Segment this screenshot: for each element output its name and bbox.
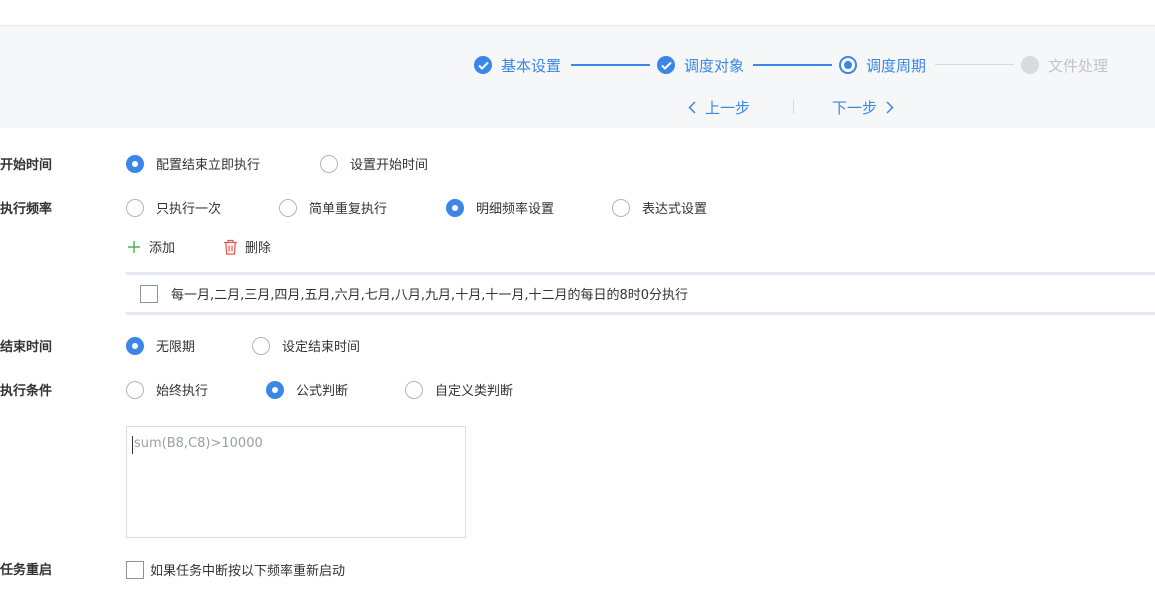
- step-label: 文件处理: [1048, 56, 1109, 75]
- radio-unchecked-icon: [126, 380, 144, 399]
- chevron-left-icon: [688, 100, 696, 114]
- frequency-list: 每一月,二月,三月,四月,五月,六月,七月,八月,九月,十月,十一月,十二月的每…: [126, 272, 1155, 315]
- radio-unchecked-icon: [612, 198, 630, 217]
- radio-label: 始终执行: [156, 384, 209, 399]
- formula-input[interactable]: sum(B8,C8)>10000: [126, 426, 466, 538]
- restart-checkbox-row[interactable]: 如果任务中断按以下频率重新启动: [126, 560, 345, 579]
- radio-checked-icon: [126, 336, 144, 355]
- add-frequency-button[interactable]: 添加: [127, 237, 175, 256]
- restart-checkbox-label: 如果任务中断按以下频率重新启动: [150, 564, 346, 579]
- step-label: 调度周期: [866, 56, 927, 75]
- radio-formula[interactable]: 公式判断: [266, 380, 348, 399]
- check-circle-icon: [474, 56, 492, 74]
- nav-divider: [793, 100, 794, 114]
- radio-simple-repeat[interactable]: 简单重复执行: [279, 198, 387, 217]
- end-time-label: 结束时间: [0, 340, 53, 355]
- radio-label: 公式判断: [296, 384, 349, 399]
- radio-run-once[interactable]: 只执行一次: [126, 198, 221, 217]
- text-caret: [132, 436, 133, 454]
- radio-always-run[interactable]: 始终执行: [126, 380, 208, 399]
- start-time-label: 开始时间: [0, 158, 53, 173]
- checkbox[interactable]: [140, 284, 158, 303]
- prev-step-label: 上一步: [705, 98, 751, 117]
- step-schedule-target[interactable]: 调度对象: [657, 55, 744, 75]
- radio-custom-class[interactable]: 自定义类判断: [405, 380, 513, 399]
- list-item[interactable]: 每一月,二月,三月,四月,五月,六月,七月,八月,九月,十月,十一月,十二月的每…: [140, 284, 688, 303]
- step-label: 基本设置: [501, 56, 562, 75]
- radio-label: 表达式设置: [642, 202, 708, 217]
- formula-value: sum(B8,C8)>10000: [134, 436, 263, 451]
- radio-checked-icon: [126, 154, 144, 173]
- radio-unchecked-icon: [252, 336, 270, 355]
- step-connector: [935, 64, 1014, 65]
- prev-step-button[interactable]: 上一步: [688, 96, 750, 118]
- radio-unchecked-icon: [320, 154, 338, 173]
- step-connector: [571, 64, 650, 66]
- radio-unchecked-icon: [405, 380, 423, 399]
- step-schedule-period[interactable]: 调度周期: [839, 55, 926, 75]
- step-basic-settings[interactable]: 基本设置: [474, 55, 561, 75]
- radio-label: 明细频率设置: [476, 202, 555, 217]
- top-bar: [0, 0, 1155, 26]
- radio-checked-icon: [266, 380, 284, 399]
- delete-label: 删除: [245, 241, 272, 256]
- step-connector: [753, 64, 832, 66]
- add-label: 添加: [149, 241, 176, 256]
- next-step-label: 下一步: [832, 98, 878, 117]
- next-step-button[interactable]: 下一步: [832, 96, 894, 118]
- chevron-right-icon: [886, 100, 894, 114]
- current-step-icon: [839, 56, 857, 74]
- step-file-processing[interactable]: 文件处理: [1021, 55, 1108, 75]
- check-circle-icon: [657, 56, 675, 74]
- radio-label: 简单重复执行: [309, 202, 388, 217]
- delete-frequency-button[interactable]: 删除: [223, 237, 271, 256]
- plus-icon: [127, 240, 141, 254]
- radio-unchecked-icon: [126, 198, 144, 217]
- condition-label: 执行条件: [0, 384, 53, 399]
- radio-expression[interactable]: 表达式设置: [612, 198, 707, 217]
- radio-detailed-frequency[interactable]: 明细频率设置: [446, 198, 554, 217]
- radio-checked-icon: [446, 198, 464, 217]
- radio-label: 自定义类判断: [435, 384, 514, 399]
- restart-label: 任务重启: [0, 563, 53, 578]
- frequency-item-text: 每一月,二月,三月,四月,五月,六月,七月,八月,九月,十月,十一月,十二月的每…: [171, 288, 688, 303]
- radio-no-end[interactable]: 无限期: [126, 336, 195, 355]
- pending-step-icon: [1021, 56, 1039, 74]
- radio-set-start-time[interactable]: 设置开始时间: [320, 154, 428, 173]
- radio-label: 设置开始时间: [350, 158, 429, 173]
- radio-label: 无限期: [156, 340, 196, 355]
- trash-icon: [223, 239, 238, 255]
- radio-start-immediately[interactable]: 配置结束立即执行: [126, 154, 260, 173]
- radio-label: 设定结束时间: [282, 340, 361, 355]
- radio-label: 配置结束立即执行: [156, 158, 261, 173]
- radio-unchecked-icon: [279, 198, 297, 217]
- step-label: 调度对象: [684, 56, 745, 75]
- steps-panel: 基本设置 调度对象 调度周期 文件处理 上一步 下一步: [0, 26, 1155, 128]
- radio-label: 只执行一次: [156, 202, 222, 217]
- checkbox[interactable]: [126, 560, 144, 579]
- radio-set-end-time[interactable]: 设定结束时间: [252, 336, 360, 355]
- frequency-label: 执行频率: [0, 202, 53, 217]
